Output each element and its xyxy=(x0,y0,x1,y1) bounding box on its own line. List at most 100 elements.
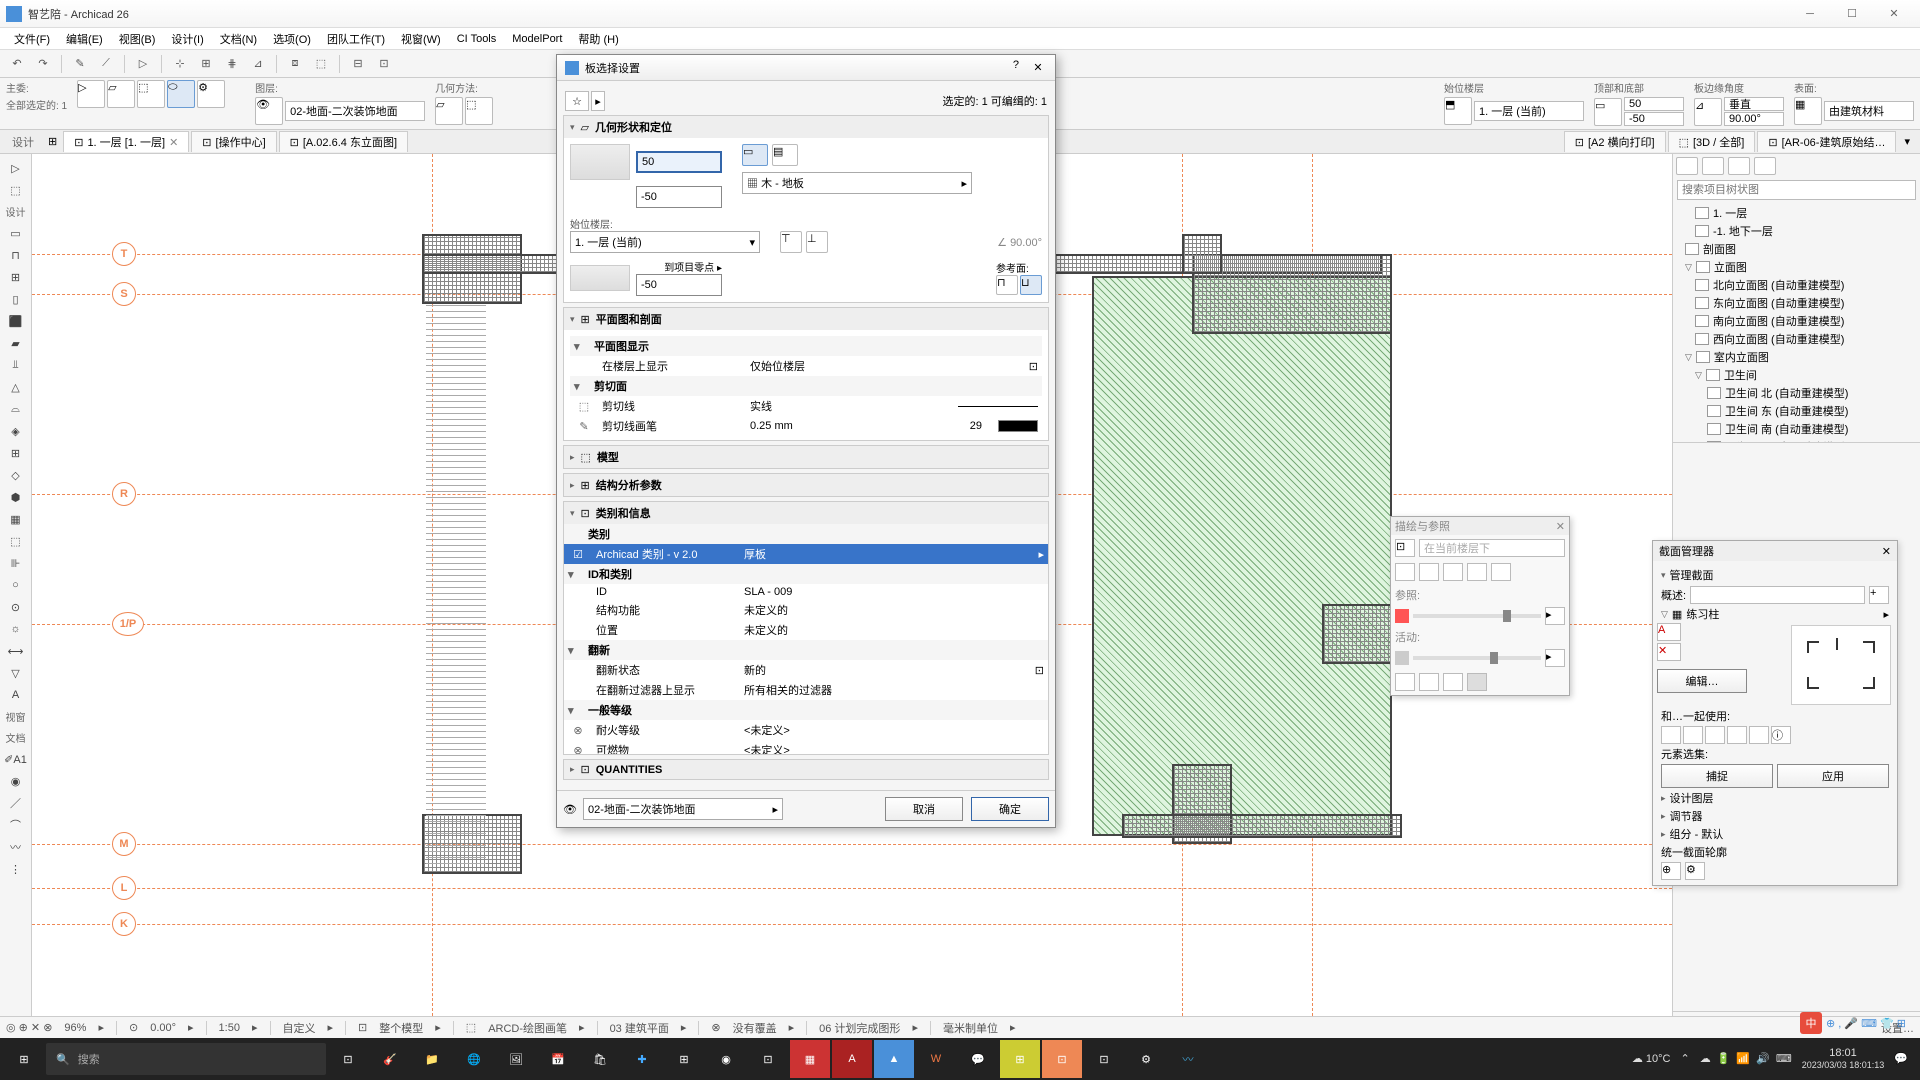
clock-time[interactable]: 18:01 xyxy=(1802,1047,1885,1060)
guide-icon[interactable]: ⊿ xyxy=(247,53,269,75)
capture-button[interactable]: 捕捉 xyxy=(1661,764,1773,788)
arrow-tool-icon[interactable]: ▷ xyxy=(3,158,29,178)
quantities-section-header[interactable]: QUANTITIES xyxy=(596,764,663,776)
plus-icon[interactable]: ✚ xyxy=(622,1040,662,1078)
trace-b3[interactable] xyxy=(1443,673,1463,691)
start-button[interactable]: ⊞ xyxy=(4,1040,44,1078)
maximize-button[interactable]: ☐ xyxy=(1832,4,1872,24)
plan-type[interactable]: 03 建筑平面 xyxy=(610,1020,669,1036)
edge-icon[interactable]: ⊿ xyxy=(1694,98,1722,126)
morph-tool-icon[interactable]: ◇ xyxy=(3,465,29,485)
angle[interactable]: 0.00° xyxy=(150,1022,176,1034)
column-tool-icon[interactable]: ▯ xyxy=(3,289,29,309)
trace-btn2[interactable] xyxy=(1419,563,1439,581)
app7-icon[interactable]: ⊡ xyxy=(1042,1040,1082,1078)
skylight-tool-icon[interactable]: ◈ xyxy=(3,421,29,441)
floorplan-section-header[interactable]: 平面图和剖面 xyxy=(596,311,662,327)
trace-toggle[interactable]: ⊡ xyxy=(1395,539,1415,557)
rp2[interactable]: ⊔ xyxy=(1020,275,1042,295)
new-profile-button[interactable]: + xyxy=(1869,586,1889,604)
menu-modelport[interactable]: ModelPort xyxy=(504,31,570,47)
ref-opacity-slider[interactable] xyxy=(1413,614,1541,618)
profile-name[interactable]: 练习柱 xyxy=(1686,606,1719,622)
surface-combo[interactable]: 由建筑材料 xyxy=(1824,101,1914,121)
add-button[interactable]: ⊕ xyxy=(1661,862,1681,880)
cursor-icon[interactable]: ▷ xyxy=(132,53,154,75)
structure-basic[interactable]: ▭ xyxy=(742,144,768,166)
act-color[interactable] xyxy=(1395,651,1409,665)
tab-overflow[interactable]: ▾ xyxy=(1898,133,1916,150)
close-icon[interactable]: ✕ xyxy=(1882,545,1891,558)
chrome-icon[interactable]: ◉ xyxy=(706,1040,746,1078)
stair-tool-icon[interactable]: ⫫ xyxy=(3,355,29,375)
app8-icon[interactable]: ⊡ xyxy=(1084,1040,1124,1078)
nav-tab4[interactable] xyxy=(1754,157,1776,175)
home-story-combo[interactable]: 1. 一层 (当前)▾ xyxy=(570,231,760,253)
story-icon[interactable]: ⬒ xyxy=(1444,97,1472,125)
app4-icon[interactable]: ▦ xyxy=(790,1040,830,1078)
arrow-tool[interactable]: ▷ xyxy=(77,80,105,108)
act-menu[interactable]: ▸ xyxy=(1545,649,1565,667)
geo2-button[interactable]: ⬚ xyxy=(137,80,165,108)
thickness-input[interactable] xyxy=(636,151,722,173)
inject-icon[interactable]: ⟋ xyxy=(95,53,117,75)
refplane-bot[interactable]: ⊥ xyxy=(806,231,828,253)
snap-icon[interactable]: ⊹ xyxy=(169,53,191,75)
arc-tool-icon[interactable]: ⌒ xyxy=(3,815,29,835)
method2-button[interactable]: ⬚ xyxy=(465,97,493,125)
apply-button[interactable]: 应用 xyxy=(1777,764,1889,788)
cancel-button[interactable]: 取消 xyxy=(885,797,963,821)
top-field[interactable]: 50 xyxy=(1624,97,1684,111)
tab-east-elev[interactable]: ⊡[A.02.6.4 东立面图] xyxy=(279,131,408,152)
marquee-tool-icon[interactable]: ⬚ xyxy=(3,180,29,200)
tab-ar06[interactable]: ⊡[AR-06-建筑原始结… xyxy=(1757,131,1896,152)
structure-composite[interactable]: ▤ xyxy=(772,144,798,166)
project-tree[interactable]: 1. 一层 -1. 地下一层 剖面图 ▽立面图 北向立面图 (自动重建模型) 东… xyxy=(1673,202,1920,442)
label-tool-icon[interactable]: ✐A1 xyxy=(3,749,29,769)
lamp-tool-icon[interactable]: ☼ xyxy=(3,619,29,639)
trace-b1[interactable] xyxy=(1395,673,1415,691)
more-tool-icon[interactable]: ⋮ xyxy=(3,859,29,879)
trace-btn4[interactable] xyxy=(1467,563,1487,581)
eyedropper-icon[interactable]: ✎ xyxy=(69,53,91,75)
edit-button[interactable]: 编辑… xyxy=(1657,669,1747,693)
use-wall[interactable] xyxy=(1661,726,1681,744)
polyline-tool-icon[interactable]: 〰 xyxy=(3,837,29,857)
classification-section-header[interactable]: 类别和信息 xyxy=(596,505,651,521)
ref-color[interactable] xyxy=(1395,609,1409,623)
wechat-icon[interactable]: 💬 xyxy=(958,1040,998,1078)
menu-help[interactable]: 帮助 (H) xyxy=(570,29,626,49)
menu-citools[interactable]: CI Tools xyxy=(449,31,505,47)
delete-icon[interactable]: ✕ xyxy=(1657,643,1681,661)
profile-desc-input[interactable] xyxy=(1690,586,1865,604)
wps-icon[interactable]: W xyxy=(916,1040,956,1078)
model-filter[interactable]: 整个模型 xyxy=(379,1020,423,1036)
beam-tool-icon[interactable]: ⬛ xyxy=(3,311,29,331)
use-info[interactable]: ⓘ xyxy=(1771,726,1791,744)
edge-type[interactable]: 垂直 xyxy=(1724,97,1784,111)
railing-tool-icon[interactable]: ⊪ xyxy=(3,553,29,573)
pen-set[interactable]: ARCD-绘图画笔 xyxy=(488,1020,567,1036)
ime-indicator[interactable]: 中 xyxy=(1800,1012,1822,1034)
classification-row[interactable]: ☑ Archicad 类别 - v 2.0 厚板 ▸ xyxy=(564,544,1048,564)
app3-icon[interactable]: ⊡ xyxy=(748,1040,788,1078)
edge-icon[interactable]: 🌐 xyxy=(454,1040,494,1078)
menu-options[interactable]: 选项(O) xyxy=(265,29,319,49)
shell-tool-icon[interactable]: ⌓ xyxy=(3,399,29,419)
layer-combo-bottom[interactable]: 02-地面-二次装饰地面▸ xyxy=(583,798,783,820)
dialog-close-button[interactable]: ✕ xyxy=(1029,59,1047,77)
grid-icon[interactable]: ⊞ xyxy=(195,53,217,75)
tab-action-center[interactable]: ⊡[操作中心] xyxy=(191,131,276,152)
text-tool-icon[interactable]: A xyxy=(3,685,29,705)
bottom-field[interactable]: -50 xyxy=(1624,112,1684,126)
ref-menu[interactable]: ▸ xyxy=(1545,607,1565,625)
zoom-level[interactable]: 96% xyxy=(64,1022,86,1034)
line-tool-icon[interactable]: ／ xyxy=(3,793,29,813)
explorer-icon[interactable]: 📁 xyxy=(412,1040,452,1078)
mep-tool-icon[interactable]: ⊙ xyxy=(3,597,29,617)
model-section-header[interactable]: 模型 xyxy=(597,449,619,465)
weather-widget[interactable]: ☁ 10°C xyxy=(1632,1052,1671,1065)
act-opacity-slider[interactable] xyxy=(1413,656,1541,660)
edge-angle[interactable]: 90.00° xyxy=(1724,112,1784,126)
clock-date[interactable]: 2023/03/03 18:01:13 xyxy=(1802,1060,1885,1071)
